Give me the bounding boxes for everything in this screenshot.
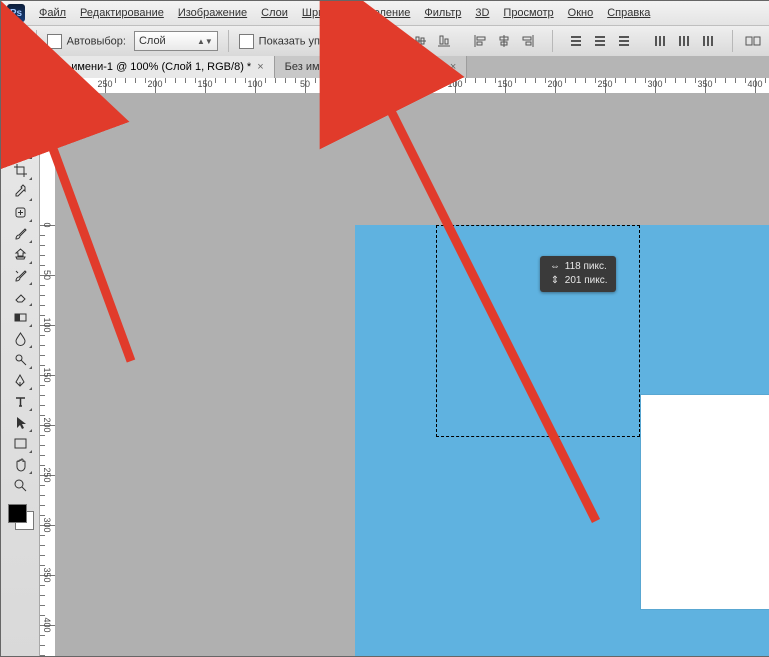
menu-select[interactable]: Выделение <box>352 7 410 19</box>
menu-filter[interactable]: Фильтр <box>424 7 461 19</box>
color-swatches[interactable] <box>6 502 34 530</box>
crop-tool[interactable] <box>8 160 33 181</box>
menu-3d[interactable]: 3D <box>475 7 489 19</box>
document-tab-1[interactable]: Без имени-1 @ 100% (Слой 1, RGB/8) * × <box>40 56 275 78</box>
palette-grip-icon[interactable] <box>4 62 36 70</box>
show-transform-checkbox[interactable]: Показать упр. элем. <box>239 34 361 49</box>
distribute-right-icon[interactable] <box>697 30 719 52</box>
transform-tooltip: ⇔ 118 пикс. ⇕ 201 пикс. <box>540 256 616 292</box>
clone-stamp-tool[interactable] <box>8 244 33 265</box>
menu-bar: Ps Файл Редактирование Изображение Слои … <box>1 1 769 26</box>
document-tabs: Без имени-1 @ 100% (Слой 1, RGB/8) * × Б… <box>40 56 769 79</box>
options-bar: Автовыбор: Слой▲▼ Показать упр. элем. <box>1 26 769 57</box>
eraser-tool[interactable] <box>8 286 33 307</box>
menu-image[interactable]: Изображение <box>178 7 247 19</box>
pen-tool[interactable] <box>8 370 33 391</box>
path-select-tool[interactable] <box>8 412 33 433</box>
eyedropper-tool[interactable] <box>8 181 33 202</box>
menu-edit[interactable]: Редактирование <box>80 7 164 19</box>
distribute-left-icon[interactable] <box>649 30 671 52</box>
autoselect-target-select[interactable]: Слой▲▼ <box>134 31 218 51</box>
distribute-hcenter-icon[interactable] <box>673 30 695 52</box>
marquee-tool[interactable] <box>8 97 33 118</box>
align-top-icon[interactable] <box>385 30 407 52</box>
tab-label: Без имени-2 @ 100% (RGB/8) * <box>285 61 444 73</box>
distribute-bottom-icon[interactable] <box>613 30 635 52</box>
active-tool-icon[interactable] <box>9 31 26 51</box>
zoom-tool[interactable] <box>8 475 33 496</box>
width-delta-icon: ⇔ <box>548 260 562 274</box>
application-frame: Ps Файл Редактирование Изображение Слои … <box>0 0 769 657</box>
document-tab-2[interactable]: Без имени-2 @ 100% (RGB/8) * × <box>275 56 468 78</box>
tab-label: Без имени-1 @ 100% (Слой 1, RGB/8) * <box>50 61 251 73</box>
align-group <box>382 27 458 55</box>
align-hcenter-icon[interactable] <box>493 30 515 52</box>
lasso-tool[interactable] <box>8 118 33 139</box>
canvas-area[interactable]: ⇔ 118 пикс. ⇕ 201 пикс. <box>55 93 769 656</box>
ruler-origin[interactable] <box>40 78 56 94</box>
distribute-vcenter-icon[interactable] <box>589 30 611 52</box>
distribute-top-icon[interactable] <box>565 30 587 52</box>
menu-window[interactable]: Окно <box>568 7 594 19</box>
dodge-tool[interactable] <box>8 349 33 370</box>
pasted-layer[interactable] <box>641 395 769 609</box>
distribute-group <box>562 27 638 55</box>
brush-tool[interactable] <box>8 223 33 244</box>
menu-view[interactable]: Просмотр <box>503 7 553 19</box>
close-icon[interactable]: × <box>257 61 263 73</box>
menu-help[interactable]: Справка <box>607 7 650 19</box>
distribute-group-h <box>646 27 722 55</box>
vertical-ruler[interactable]: 050100150200250300350400450500550 <box>40 93 56 656</box>
3d-mode-icon[interactable] <box>743 30 762 52</box>
align-right-icon[interactable] <box>517 30 539 52</box>
blur-tool[interactable] <box>8 328 33 349</box>
separator <box>732 30 733 52</box>
delta-y-value: 201 пикс. <box>565 275 608 286</box>
hand-tool[interactable] <box>8 454 33 475</box>
menu-type[interactable]: Шрифт <box>302 7 338 19</box>
menu-file[interactable]: Файл <box>39 7 66 19</box>
height-delta-icon: ⇕ <box>548 274 562 288</box>
horizontal-ruler[interactable]: 25020015010050050100150200250300350400 <box>55 78 769 94</box>
separator <box>36 30 37 52</box>
separator <box>552 30 553 52</box>
align-bottom-icon[interactable] <box>433 30 455 52</box>
healing-brush-tool[interactable] <box>8 202 33 223</box>
menu-layer[interactable]: Слои <box>261 7 288 19</box>
history-brush-tool[interactable] <box>8 265 33 286</box>
align-left-icon[interactable] <box>469 30 491 52</box>
tool-palette <box>1 56 40 656</box>
foreground-color-swatch[interactable] <box>8 504 27 523</box>
autoselect-checkbox[interactable]: Автовыбор: <box>47 34 126 49</box>
separator <box>371 30 372 52</box>
app-logo-icon: Ps <box>7 4 25 22</box>
move-tool[interactable] <box>7 74 34 97</box>
gradient-tool[interactable] <box>8 307 33 328</box>
delta-x-value: 118 пикс. <box>565 261 607 272</box>
align-vcenter-icon[interactable] <box>409 30 431 52</box>
close-icon[interactable]: × <box>450 61 456 73</box>
type-tool[interactable] <box>8 391 33 412</box>
align-group-h <box>466 27 542 55</box>
magic-wand-tool[interactable] <box>8 139 33 160</box>
separator <box>228 30 229 52</box>
rectangle-tool[interactable] <box>8 433 33 454</box>
